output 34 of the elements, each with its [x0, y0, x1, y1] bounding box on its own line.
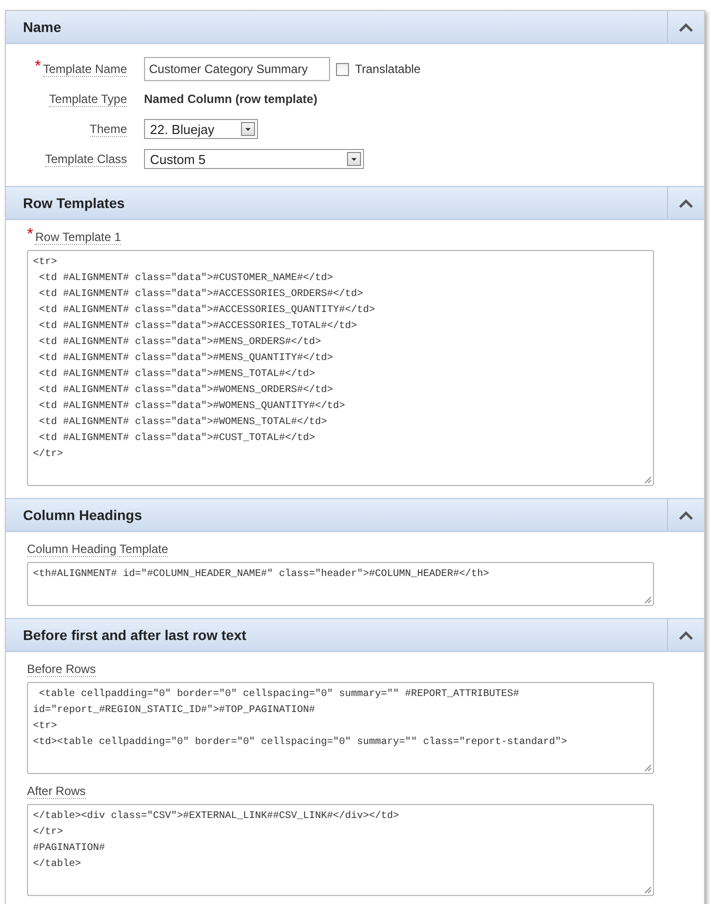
code-field[interactable]: <tr> <td #ALIGNMENT# class="data">#CUSTOMER_NAME#</td> <td #ALIGNMENT# class="data">#ACCESSORIES_ORDERS#</td> <td #ALIGNMENT# class="data">#ACCESSORIES_QUANTITY#</td> <td #ALIGNMENT# class="data">#ACCESSORIES_TOTAL#</td> <td #ALIGNMENT# class="data">#MENS_ORDERS#</td> <td #ALIGNMENT# class="data">#MENS_QUANTITY#</td> <td #ALIGNMENT# class="data">#MENS_TOTAL#</td> <td #ALIGNMENT# class="data">#WOMENS_ORDERS#</td> <td #ALIGNMENT# class="data">#WOMENS_QUANTITY#</td> <td #ALIGNMENT# class="data">#WOMENS_TOTAL#</td> <td #ALIGNMENT# class="data">#CUST_TOTAL#</td> </tr> — [27, 250, 654, 486]
checkbox[interactable] — [336, 62, 349, 76]
chevron-icon — [679, 510, 693, 520]
resize-grip-icon[interactable] — [644, 764, 652, 772]
caret-icon — [241, 122, 255, 136]
field-label: Theme — [90, 122, 127, 136]
section-title: Name — [22, 18, 62, 37]
section-title: Before first and after last row text — [22, 626, 248, 645]
field-value: Named Column (row template) — [144, 92, 318, 106]
code-field[interactable]: <table cellpadding="0" border="0" cellspacing="0" summary="" #REPORT_ATTRIBUTES# id="report_#REGION_STATIC_ID#">#TOP_PAGINATION# <tr> <td><table cellpadding="0" border="0" cellspacing="0" summary="" class="report-standard"> — [27, 682, 654, 774]
checkbox-label: Translatable — [355, 62, 421, 76]
resize-grip-icon[interactable] — [644, 476, 652, 484]
caret-icon — [347, 152, 361, 166]
dropdown[interactable]: 22. Bluejay — [144, 119, 258, 139]
field-label: After Rows — [27, 784, 86, 799]
dropdown[interactable]: Custom 5 — [144, 149, 364, 169]
field-label: Template Type — [49, 92, 127, 106]
field-label: Column Heading Template — [27, 542, 168, 557]
required-icon: * — [34, 62, 41, 72]
section-title: Column Headings — [22, 506, 144, 525]
chevron-icon — [679, 22, 693, 32]
field-label: Template Name — [42, 62, 127, 76]
section-title: Row Templates — [22, 194, 126, 213]
code-field[interactable]: </table><div class="CSV">#EXTERNAL_LINK##CSV_LINK#</div></td> </tr> #PAGINATION# </table> — [27, 804, 654, 896]
resize-grip-icon[interactable] — [644, 886, 652, 894]
code-field[interactable]: <th#ALIGNMENT# id="#COLUMN_HEADER_NAME#" class="header">#COLUMN_HEADER#</th> — [27, 562, 654, 606]
field-label: Template Class — [44, 152, 127, 166]
chevron-icon — [679, 198, 693, 208]
field-label: Row Template 1 — [35, 230, 122, 245]
required-icon: * — [27, 230, 34, 240]
chevron-icon — [679, 630, 693, 640]
resize-grip-icon[interactable] — [644, 596, 652, 604]
field-label: Before Rows — [27, 662, 96, 677]
template-name-field[interactable]: Customer Category Summary — [144, 57, 330, 81]
